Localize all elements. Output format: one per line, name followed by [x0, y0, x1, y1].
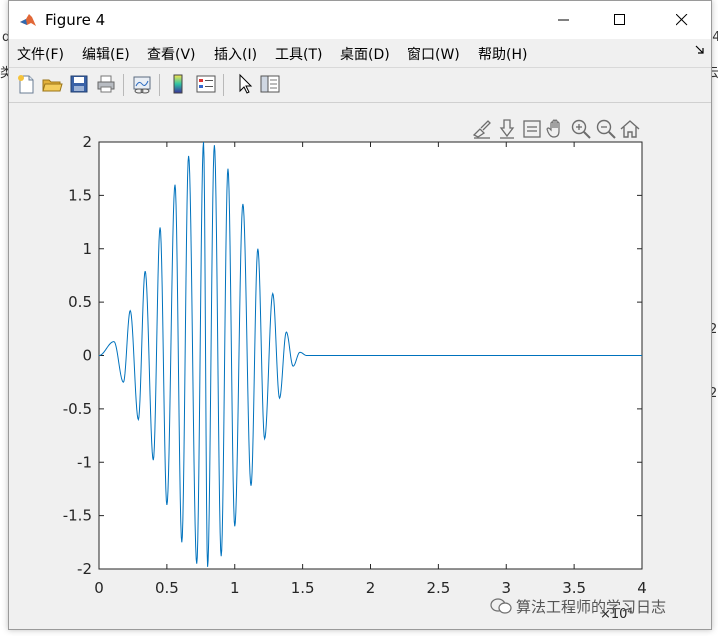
y-tick-label: -0.5 [63, 400, 92, 418]
y-tick-label: -1.5 [63, 507, 92, 525]
y-tick-label: -2 [77, 560, 92, 578]
y-tick-label: 1.5 [68, 186, 92, 204]
y-tick-label: 0.5 [68, 293, 92, 311]
x-tick-label: 0 [94, 579, 104, 597]
x-tick-label: 3 [501, 579, 511, 597]
wechat-logo-icon [490, 598, 512, 614]
y-tick-label: 1 [82, 240, 92, 258]
x-tick-label: 0.5 [155, 579, 179, 597]
x-tick-label: 2.5 [426, 579, 450, 597]
x-tick-label: 4 [637, 579, 647, 597]
watermark-text: 算法工程师的学习日志 [516, 598, 667, 616]
x-tick-label: 3.5 [562, 579, 586, 597]
y-tick-label: 2 [82, 133, 92, 151]
y-tick-label: -1 [77, 453, 92, 471]
plot-area: 21.510.50-0.5-1-1.5-2 0 0.5 1 1.5 2 2.5 3 3.5 4 … [63, 133, 647, 622]
x-tick-label: 1 [230, 579, 240, 597]
y-tick-label: 0 [82, 347, 92, 365]
x-tick-label: 1.5 [291, 579, 315, 597]
x-tick-label: 2 [366, 579, 376, 597]
